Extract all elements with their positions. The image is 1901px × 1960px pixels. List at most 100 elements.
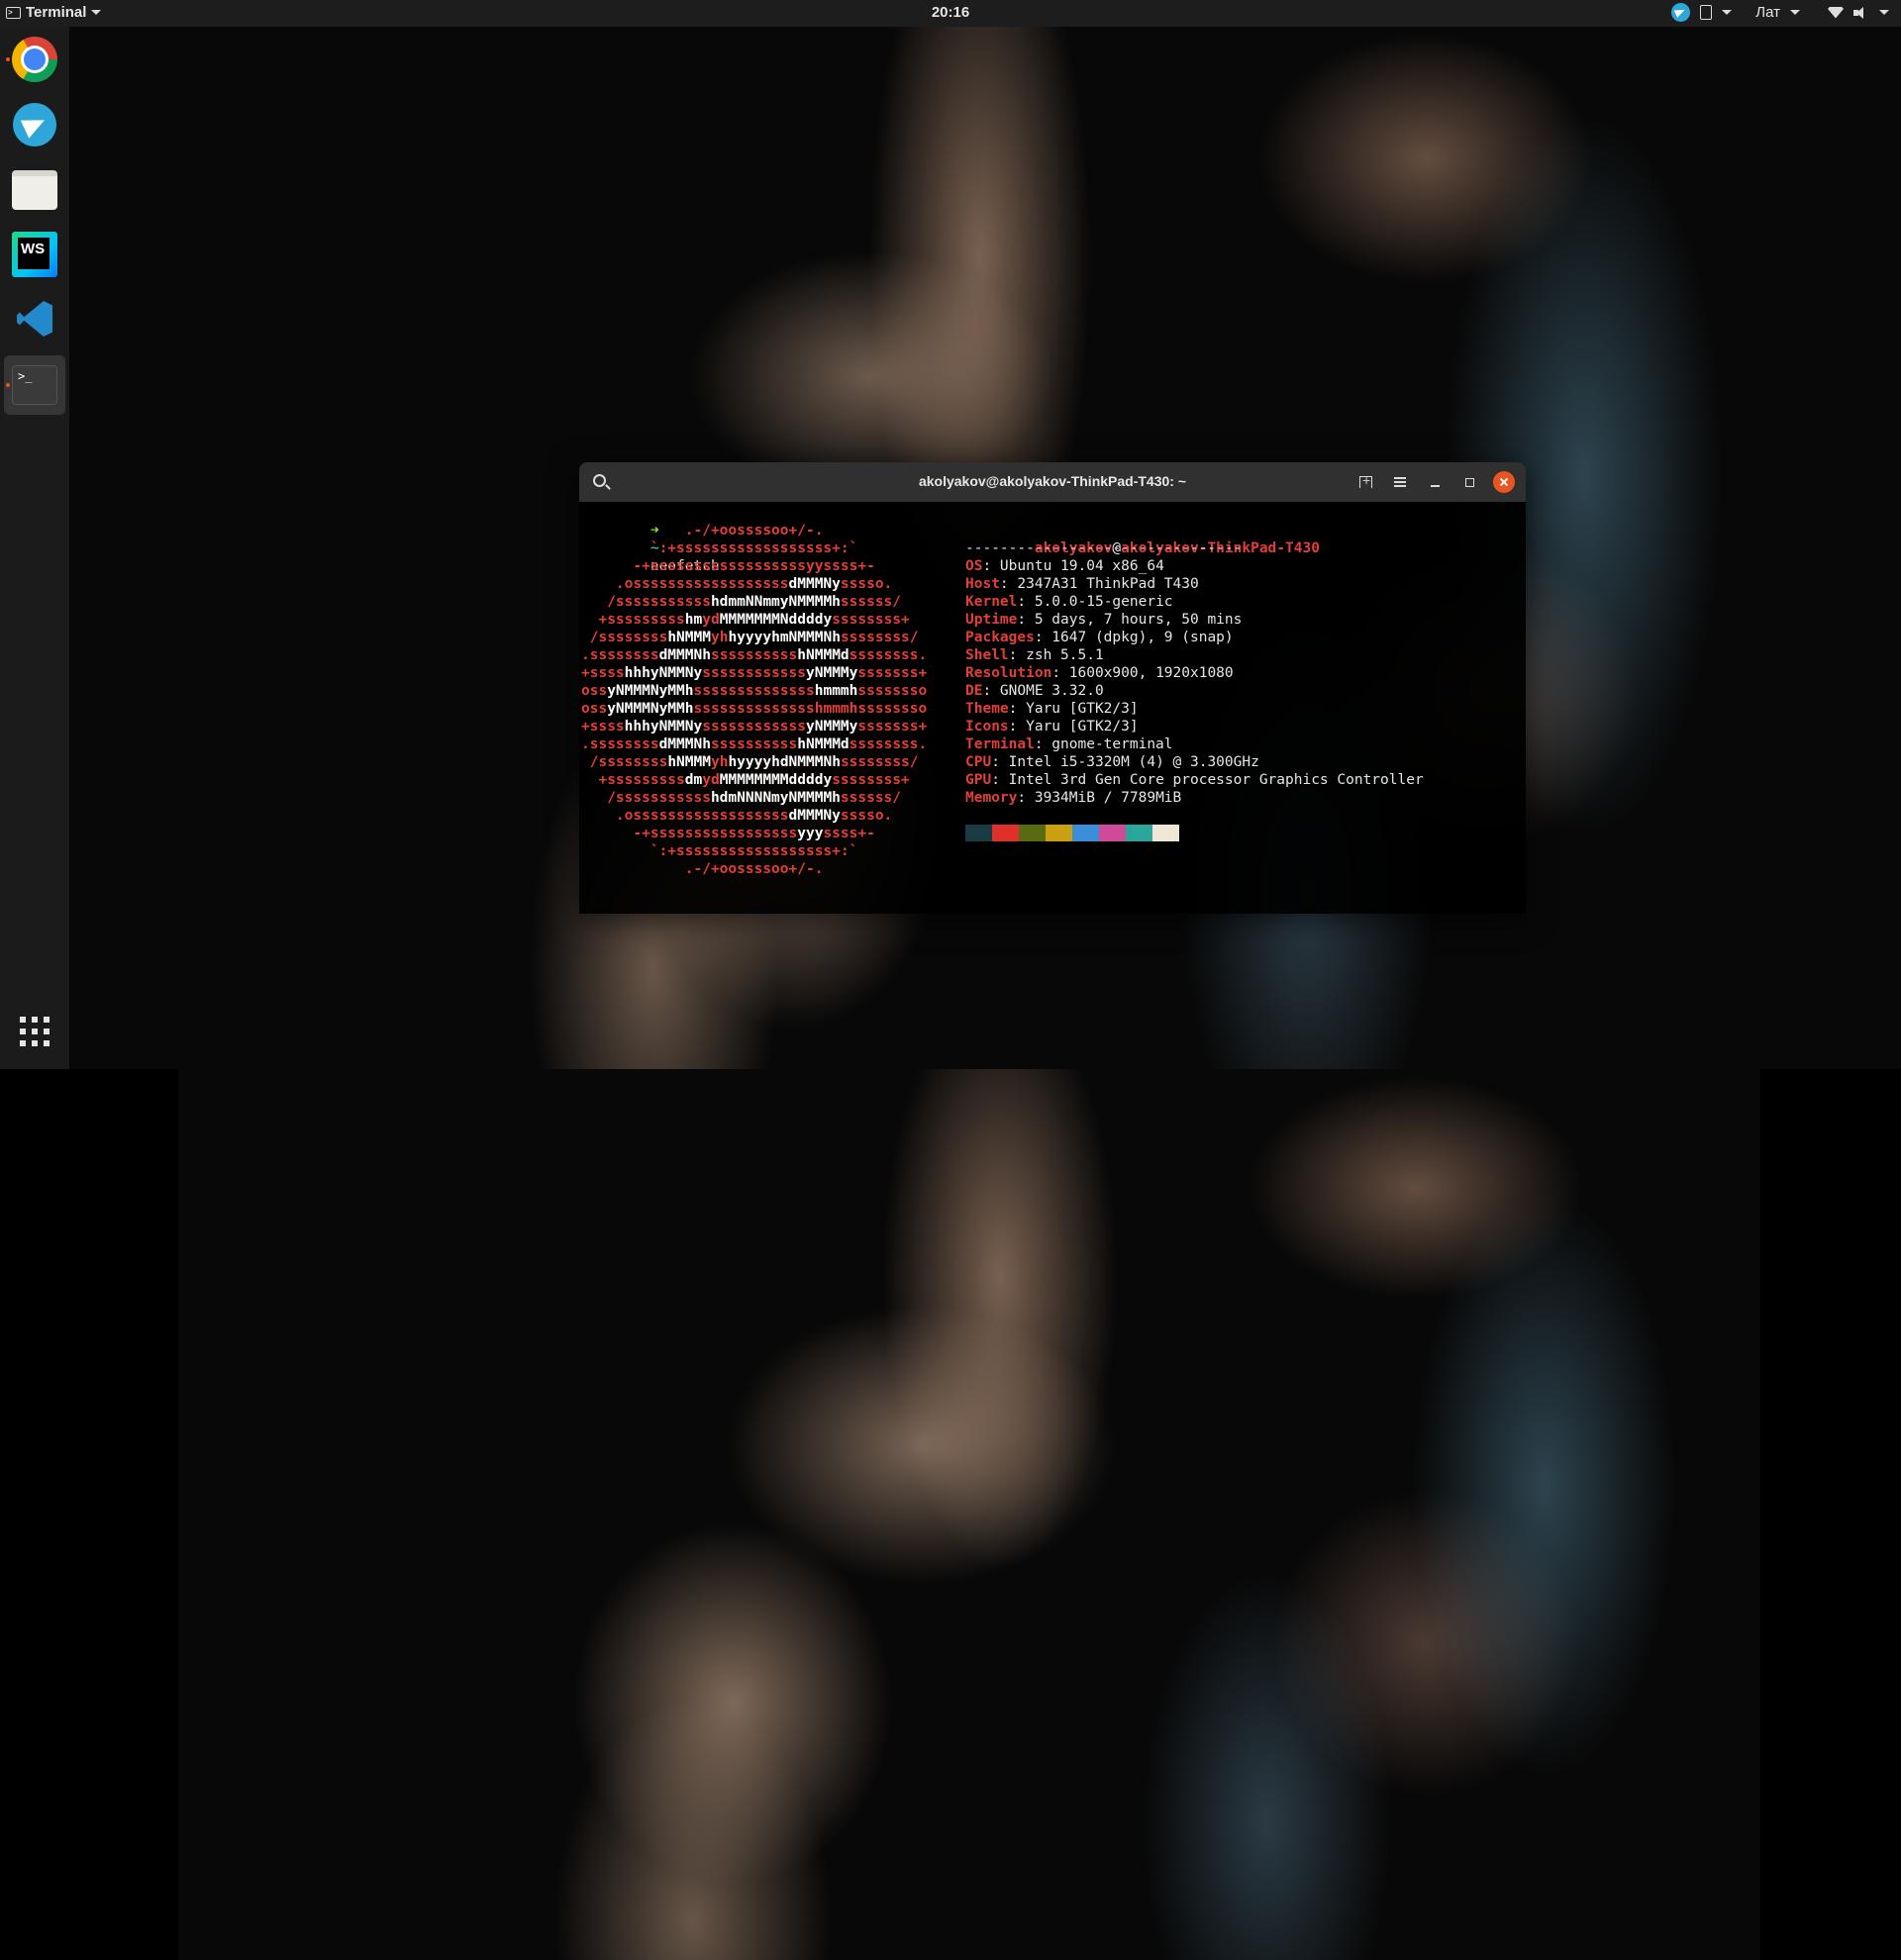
- wifi-icon[interactable]: [1828, 6, 1844, 19]
- chrome-icon: [12, 37, 57, 82]
- running-indicator: [6, 383, 10, 387]
- webstorm-icon: WS: [12, 232, 57, 277]
- minimize-button[interactable]: [1424, 471, 1446, 493]
- info-value: : Intel 3rd Gen Core processor Graphics …: [991, 772, 1424, 788]
- info-key: Uptime: [965, 612, 1018, 628]
- color-swatch: [1072, 825, 1099, 841]
- color-swatch: [1152, 825, 1179, 841]
- logo-line: .ssssssssdMMMNhsssssssssshNMMMdssssssss.: [581, 647, 928, 663]
- dock-item-chrome[interactable]: [4, 30, 65, 89]
- info-key: Kernel: [965, 594, 1018, 610]
- minimize-icon: [1430, 485, 1440, 487]
- info-line: GPU: Intel 3rd Gen Core processor Graphi…: [965, 771, 1424, 789]
- logo-line: +ssssssssshmydMMMMMMMNddddyssssssss+: [581, 612, 910, 628]
- info-line: Kernel: 5.0.0-15-generic: [965, 593, 1173, 611]
- info-key: GPU: [965, 772, 992, 788]
- info-line: Memory: 3934MiB / 7789MiB: [965, 789, 1181, 807]
- info-value: : 3934MiB / 7789MiB: [1017, 790, 1182, 806]
- info-line: CPU: Intel i5-3320M (4) @ 3.300GHz: [965, 753, 1259, 771]
- logo-line: +sssssssssdmydMMMMMMMMddddyssssssss+: [581, 772, 910, 788]
- info-key: Packages: [965, 630, 1035, 645]
- logo-line: .ossssssssssssssssssdMMMNysssso.: [581, 576, 893, 592]
- info-line: Icons: Yaru [GTK2/3]: [965, 718, 1139, 735]
- logo-line: `:+ssssssssssssssssss+:`: [581, 540, 858, 556]
- color-swatch: [1099, 825, 1126, 841]
- logo-line: -+sssssssssssssssssyyyssss+-: [581, 826, 875, 841]
- info-line: DE: GNOME 3.32.0: [965, 682, 1104, 700]
- dock-item-telegram[interactable]: [4, 95, 65, 154]
- info-line: Shell: zsh 5.5.1: [965, 646, 1104, 664]
- info-value: : 2347A31 ThinkPad T430: [999, 576, 1199, 592]
- dock-item-terminal[interactable]: >_: [4, 355, 65, 415]
- chevron-down-icon[interactable]: [1879, 10, 1889, 15]
- top-bar: > Terminal 20:16 Лат: [0, 0, 1901, 27]
- logo-line: -+ssssssssssssssssssyyssss+-: [581, 558, 875, 574]
- dock: WS >_: [0, 27, 69, 1069]
- hamburger-menu-icon: [1394, 477, 1406, 487]
- info-key: DE: [965, 683, 983, 699]
- logo-line: .ossssssssssssssssssdMMMNysssso.: [581, 808, 893, 824]
- show-applications-icon[interactable]: [20, 1017, 50, 1046]
- logo-line: ossyNMMMNyMMhsssssssssssssshmmmhssssssso: [581, 701, 928, 717]
- clock[interactable]: 20:16: [0, 4, 1901, 21]
- logo-line: .ssssssssdMMMNhsssssssssshNMMMdssssssss.: [581, 736, 928, 752]
- info-value: : 1600x900, 1920x1080: [1051, 665, 1234, 681]
- new-tab-icon: [1358, 474, 1372, 488]
- color-swatch: [1046, 825, 1072, 841]
- dock-item-vscode[interactable]: [4, 289, 65, 348]
- logo-line: ossyNMMMNyMMhsssssssssssssshmmmhssssssso: [581, 683, 928, 699]
- files-icon: [12, 170, 57, 210]
- info-line: Packages: 1647 (dpkg), 9 (snap): [965, 629, 1234, 646]
- terminal-output[interactable]: ➜ ~ neofetch .-/+oossssoo+/-. `:+sssssss…: [581, 502, 1524, 914]
- color-palette: [965, 825, 1179, 841]
- logo-line: /ssssssssssshdmmNNmmyNMMMMhssssss/: [581, 594, 902, 610]
- keyboard-layout[interactable]: Лат: [1755, 4, 1780, 21]
- dock-item-webstorm[interactable]: WS: [4, 225, 65, 284]
- desktop-primary: > Terminal 20:16 Лат WS >_ akolyakov@ako…: [0, 0, 1901, 1069]
- color-swatch: [1126, 825, 1152, 841]
- info-key: OS: [965, 558, 983, 574]
- logo-line: .-/+oossssoo+/-.: [581, 523, 824, 539]
- new-tab-button[interactable]: [1354, 471, 1376, 493]
- separator-line: --------------------------------: [965, 540, 1243, 556]
- color-swatch: [965, 825, 992, 841]
- info-value: : 1647 (dpkg), 9 (snap): [1034, 630, 1234, 645]
- dock-item-files[interactable]: [4, 160, 65, 220]
- telegram-tray-icon[interactable]: [1671, 3, 1691, 22]
- system-tray: Лат: [1671, 3, 1889, 22]
- info-value: : 5 days, 7 hours, 50 mins: [1017, 612, 1243, 628]
- info-value: : Yaru [GTK2/3]: [1008, 719, 1139, 735]
- desktop-secondary: [178, 1069, 1760, 1960]
- close-button[interactable]: [1493, 471, 1515, 493]
- info-line: Host: 2347A31 ThinkPad T430: [965, 575, 1199, 593]
- info-line: OS: Ubuntu 19.04 x86_64: [965, 557, 1164, 575]
- logo-line: /sssssssshNMMMyhhyyyyhdNMMMNhssssssss/: [581, 754, 919, 770]
- terminal-header-bar[interactable]: akolyakov@akolyakov-ThinkPad-T430: ~: [579, 462, 1526, 502]
- logo-line: /ssssssssssshdmNNNNmyNMMMMhssssss/: [581, 790, 902, 806]
- vscode-icon: [13, 297, 56, 341]
- info-value: : zsh 5.5.1: [1008, 647, 1104, 663]
- color-swatch: [1019, 825, 1046, 841]
- info-value: : Intel i5-3320M (4) @ 3.300GHz: [991, 754, 1259, 770]
- chevron-down-icon[interactable]: [1722, 10, 1733, 15]
- running-indicator: [6, 57, 10, 61]
- info-key: CPU: [965, 754, 992, 770]
- info-line: Uptime: 5 days, 7 hours, 50 mins: [965, 611, 1242, 629]
- prompt-line: ➜ ~: [581, 896, 659, 914]
- maximize-button[interactable]: [1458, 471, 1480, 493]
- info-value: : GNOME 3.32.0: [982, 683, 1104, 699]
- info-key: Theme: [965, 701, 1009, 717]
- info-line: Theme: Yaru [GTK2/3]: [965, 700, 1139, 718]
- maximize-icon: [1464, 477, 1474, 487]
- info-line: Terminal: gnome-terminal: [965, 735, 1173, 753]
- telegram-icon: [13, 103, 56, 147]
- chevron-down-icon[interactable]: [1790, 10, 1800, 15]
- menu-button[interactable]: [1389, 471, 1411, 493]
- clipboard-icon[interactable]: [1700, 5, 1713, 20]
- logo-line: .-/+oossssoo+/-.: [581, 861, 824, 877]
- logo-line: /sssssssshNMMMyhhyyyyhmNMMMNhssssssss/: [581, 630, 919, 645]
- terminal-window[interactable]: akolyakov@akolyakov-ThinkPad-T430: ~ ➜ ~…: [579, 462, 1526, 914]
- volume-icon[interactable]: [1853, 6, 1869, 20]
- info-key: Resolution: [965, 665, 1052, 681]
- info-value: : gnome-terminal: [1034, 736, 1173, 752]
